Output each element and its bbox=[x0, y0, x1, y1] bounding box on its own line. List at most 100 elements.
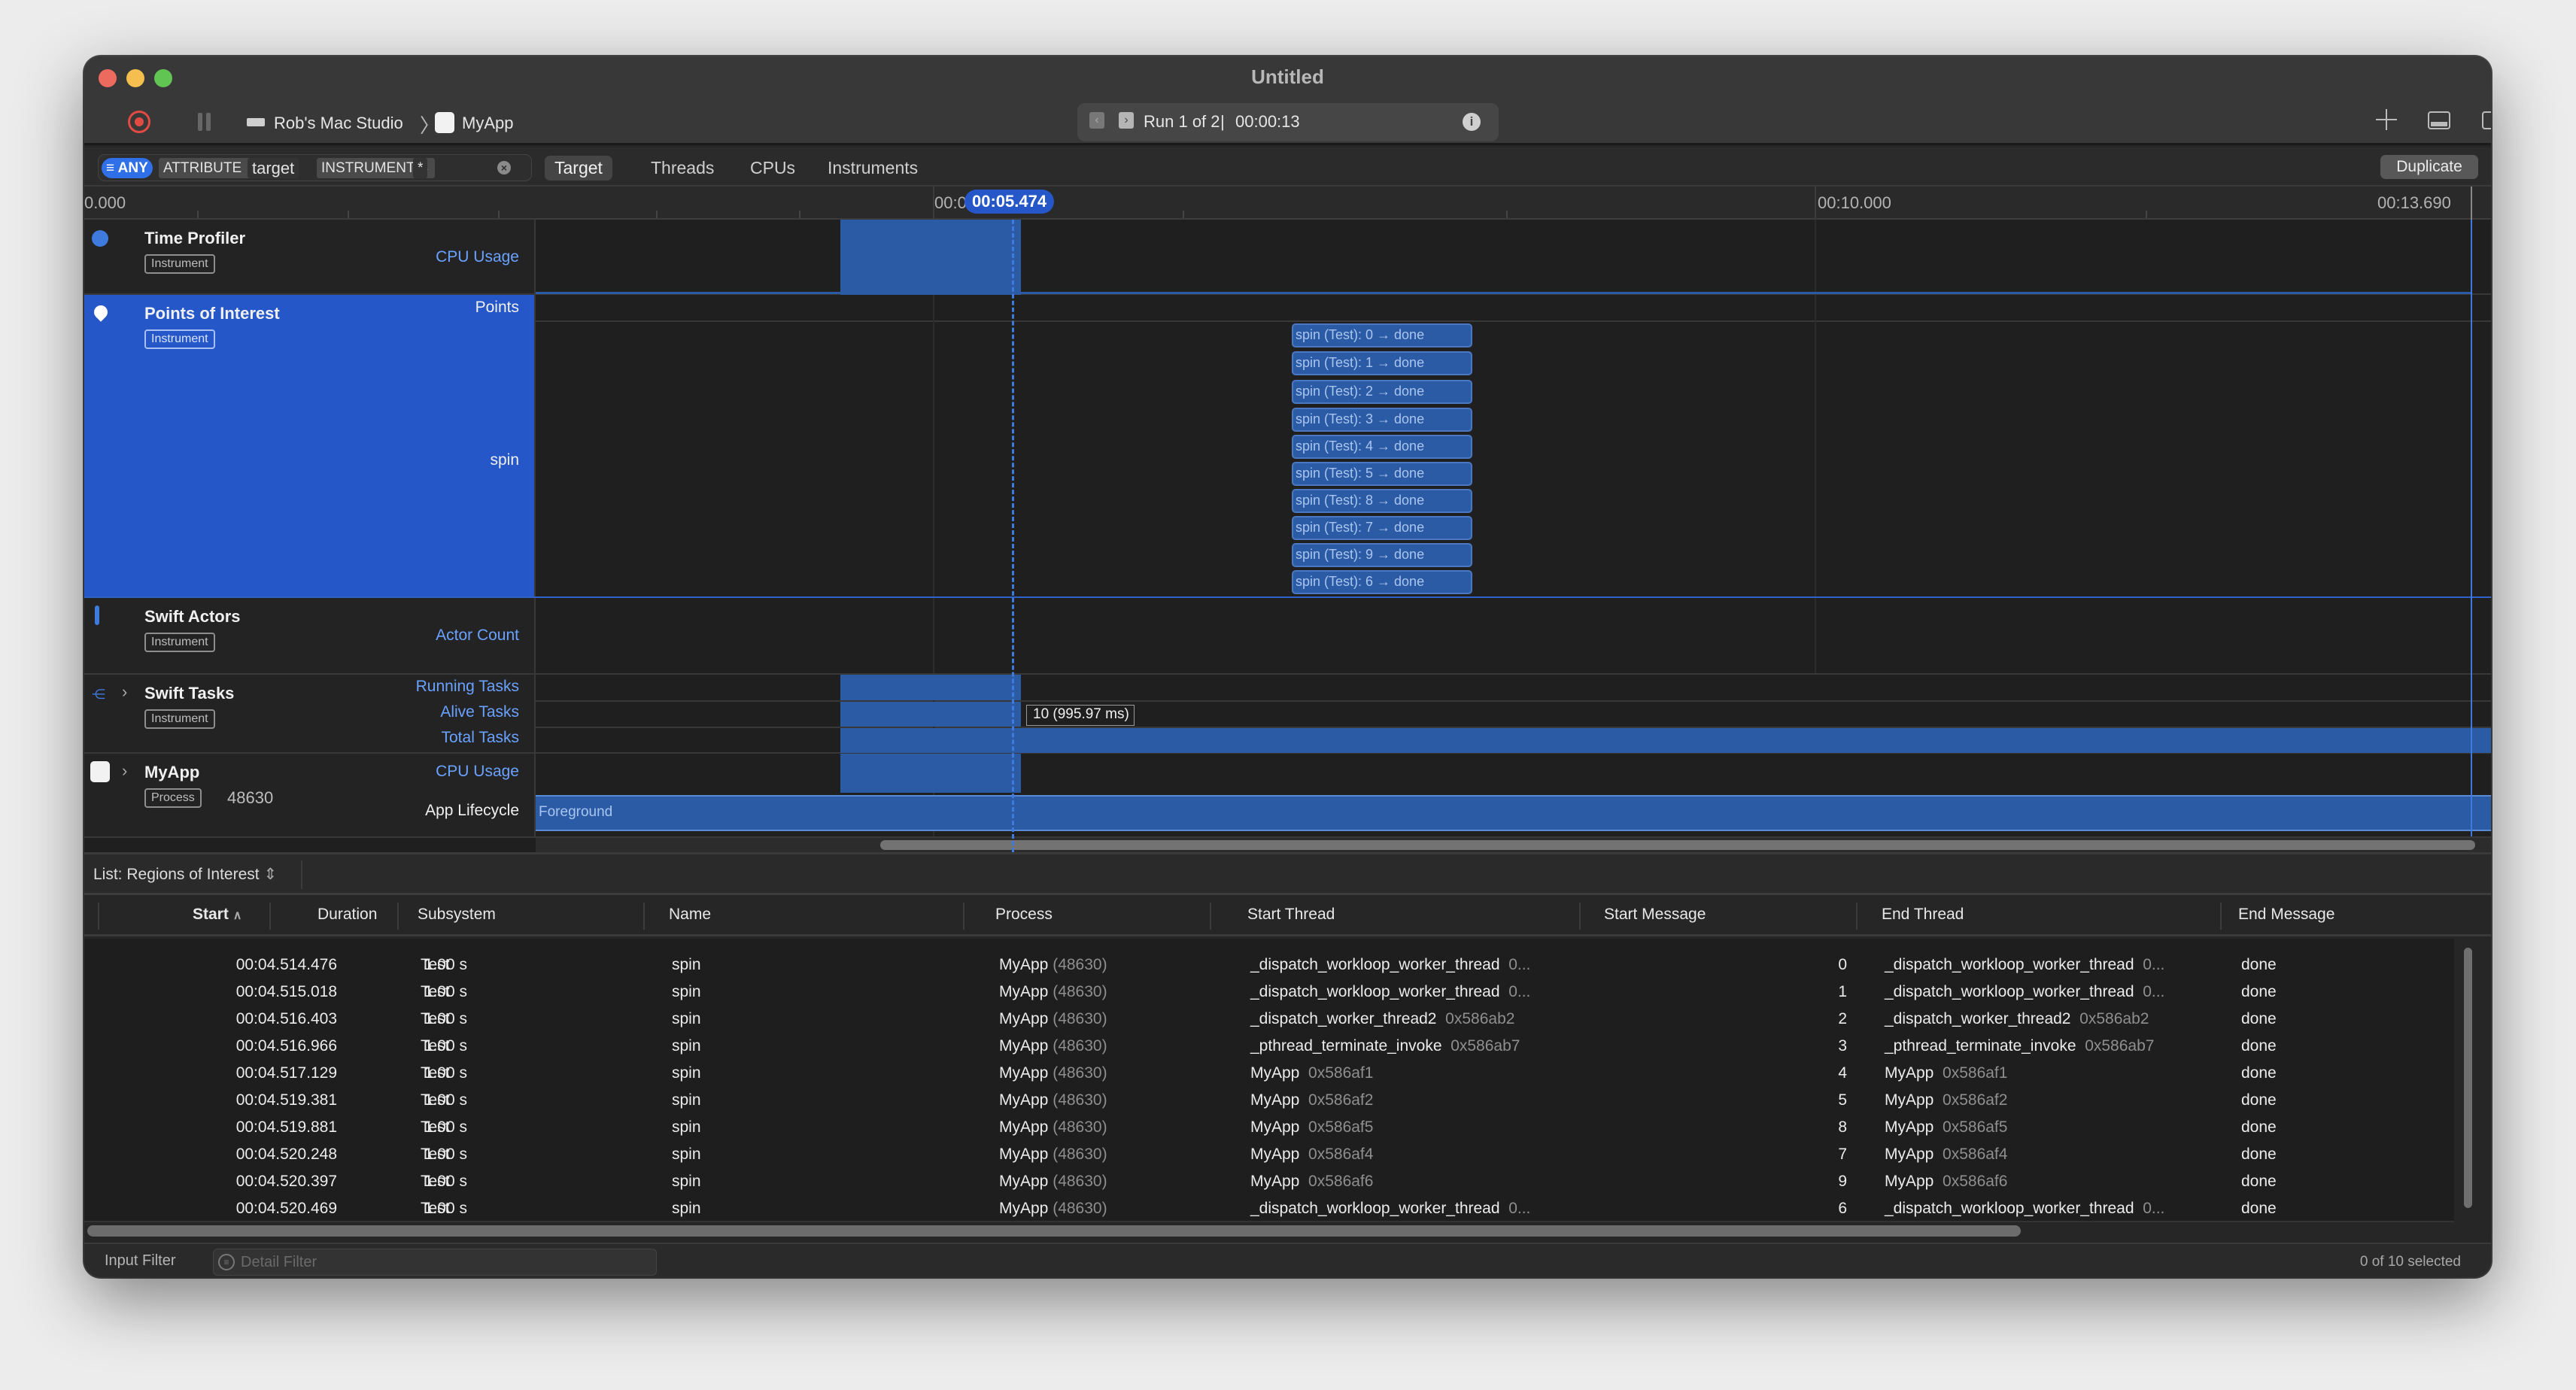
device-name[interactable]: Rob's Mac Studio bbox=[274, 114, 403, 133]
run-selector: ‹ › Run 1 of 2 | 00:00:13 i bbox=[1077, 103, 1499, 141]
detail-filter-input[interactable] bbox=[241, 1252, 647, 1273]
column-separator[interactable] bbox=[2220, 903, 2222, 930]
track-header-myapp[interactable]: › MyApp Process 48630 CPU Usage App Life… bbox=[84, 754, 536, 836]
sublabel-spin: spin bbox=[490, 451, 519, 469]
poi-timeline[interactable]: spin (Test): 0 → done spin (Test): 1 → d… bbox=[536, 295, 2491, 596]
column-header-end-message[interactable]: End Message bbox=[2238, 906, 2334, 924]
table-row[interactable]: 00:04.515.018 1.00 s Test spin MyApp (48630)… bbox=[84, 979, 2454, 1006]
alive-tasks-bar bbox=[840, 702, 1021, 727]
column-header-start-message[interactable]: Start Message bbox=[1604, 906, 1706, 924]
tab-cpus[interactable]: CPUs bbox=[740, 156, 805, 181]
poi-interval[interactable]: spin (Test): 4 → done bbox=[1292, 435, 1472, 459]
bottom-panel-button[interactable] bbox=[2428, 111, 2450, 129]
instrument-value[interactable]: * bbox=[413, 158, 428, 178]
vertical-scrollbar[interactable] bbox=[2464, 948, 2472, 1208]
pause-icon bbox=[198, 113, 202, 131]
poi-interval[interactable]: spin (Test): 1 → done bbox=[1292, 351, 1472, 375]
poi-interval[interactable]: spin (Test): 0 → done bbox=[1292, 323, 1472, 348]
cell-end-message: done bbox=[2241, 1010, 2277, 1028]
column-header-start-thread[interactable]: Start Thread bbox=[1247, 906, 1335, 924]
pause-button[interactable] bbox=[196, 113, 214, 132]
myapp-graph[interactable]: Foreground bbox=[536, 754, 2491, 836]
cell-end-thread: MyApp 0x586af2 bbox=[1885, 1091, 2007, 1109]
column-header-name[interactable]: Name bbox=[669, 906, 711, 924]
cpu-usage-graph[interactable] bbox=[536, 220, 2491, 295]
previous-run-button[interactable]: ‹ bbox=[1089, 112, 1104, 129]
cell-text: 2 bbox=[1838, 1010, 1847, 1027]
tab-threads[interactable]: Threads bbox=[641, 156, 724, 181]
cell-secondary-text: 0x586ab2 bbox=[1445, 1010, 1515, 1027]
table-horizontal-scrollbar[interactable] bbox=[87, 1225, 2021, 1237]
column-separator[interactable] bbox=[269, 903, 271, 930]
tab-instruments[interactable]: Instruments bbox=[818, 156, 928, 181]
input-filter-label[interactable]: Input Filter bbox=[105, 1252, 175, 1270]
attribute-dropdown[interactable]: ATTRIBUTE ⌄ bbox=[159, 158, 263, 178]
clear-filter-icon[interactable]: × bbox=[497, 161, 511, 175]
cell-secondary-text: (48630) bbox=[1053, 1118, 1107, 1136]
table-row[interactable]: 00:04.519.381 1.00 s Test spin MyApp (48630)… bbox=[84, 1087, 2454, 1114]
timeline-ruler[interactable]: 0.000 00:0 00:05.474 00:10.000 00:13.690 bbox=[84, 187, 2491, 220]
column-header-start[interactable]: Start ∧ bbox=[193, 906, 242, 924]
next-run-button[interactable]: › bbox=[1119, 112, 1134, 129]
track-myapp[interactable]: › MyApp Process 48630 CPU Usage App Life… bbox=[84, 754, 2491, 838]
poi-interval[interactable]: spin (Test): 8 → done bbox=[1292, 489, 1472, 513]
tab-target[interactable]: Target bbox=[545, 156, 612, 181]
attribute-value[interactable]: target bbox=[248, 158, 299, 178]
track-header-swift-actors[interactable]: Swift Actors Instrument Actor Count bbox=[84, 598, 536, 673]
end-marker[interactable] bbox=[2471, 187, 2472, 220]
poi-interval[interactable]: spin (Test): 9 → done bbox=[1292, 543, 1472, 567]
swift-tasks-graph[interactable]: 10 (995.97 ms) bbox=[536, 675, 2491, 753]
column-separator[interactable] bbox=[1210, 903, 1211, 930]
any-filter-button[interactable]: ≡ ANY bbox=[102, 158, 153, 178]
disclosure-chevron-icon[interactable]: › bbox=[122, 761, 127, 781]
cell-text: spin bbox=[672, 1037, 701, 1055]
table-row[interactable]: 00:04.516.403 1.00 s Test spin MyApp (48630)… bbox=[84, 1006, 2454, 1033]
column-header-process[interactable]: Process bbox=[995, 906, 1053, 924]
track-header-points-of-interest[interactable]: Points of Interest Instrument Points spi… bbox=[84, 295, 536, 596]
table-row[interactable]: 00:04.514.476 1.00 s Test spin MyApp (48630)… bbox=[84, 951, 2454, 979]
track-header-swift-tasks[interactable]: ⋲ › Swift Tasks Instrument Running Tasks… bbox=[84, 675, 536, 752]
table-row[interactable]: 00:04.520.248 1.00 s Test spin MyApp (48630)… bbox=[84, 1141, 2454, 1168]
detail-filter-field[interactable]: ≡ bbox=[213, 1249, 657, 1276]
poi-interval[interactable]: spin (Test): 6 → done bbox=[1292, 570, 1472, 594]
table-row[interactable]: 00:04.520.397 1.00 s Test spin MyApp (48630)… bbox=[84, 1168, 2454, 1195]
poi-interval[interactable]: spin (Test): 2 → done bbox=[1292, 380, 1472, 404]
playhead-time-label[interactable]: 00:05.474 bbox=[964, 190, 1055, 214]
disclosure-chevron-icon[interactable]: › bbox=[122, 682, 127, 702]
column-separator[interactable] bbox=[963, 903, 964, 930]
record-button[interactable] bbox=[128, 111, 150, 133]
list-selector[interactable]: List: Regions of Interest ⇕ bbox=[93, 865, 277, 884]
track-filter-field[interactable]: ≡ ANY ATTRIBUTE ⌄ target INSTRUMENT ⌄ * … bbox=[98, 154, 532, 181]
add-instrument-button[interactable] bbox=[2376, 109, 2397, 130]
track-swift-tasks[interactable]: ⋲ › Swift Tasks Instrument Running Tasks… bbox=[84, 675, 2491, 754]
poi-interval[interactable]: spin (Test): 3 → done bbox=[1292, 408, 1472, 432]
column-separator[interactable] bbox=[397, 903, 399, 930]
track-header-time-profiler[interactable]: Time Profiler Instrument CPU Usage bbox=[84, 220, 536, 293]
column-separator[interactable] bbox=[1579, 903, 1581, 930]
column-separator[interactable] bbox=[643, 903, 645, 930]
cell-text: spin bbox=[672, 1091, 701, 1109]
target-app-name[interactable]: MyApp bbox=[462, 114, 513, 133]
table-row[interactable]: 00:04.519.881 1.00 s Test spin MyApp (48630)… bbox=[84, 1114, 2454, 1141]
inspector-button[interactable] bbox=[2482, 111, 2491, 129]
track-points-of-interest[interactable]: Points of Interest Instrument Points spi… bbox=[84, 295, 2491, 598]
duplicate-button[interactable]: Duplicate bbox=[2380, 155, 2478, 179]
cell-secondary-text: (48630) bbox=[1053, 1037, 1107, 1055]
track-swift-actors[interactable]: Swift Actors Instrument Actor Count bbox=[84, 598, 2491, 675]
column-header-subsystem[interactable]: Subsystem bbox=[418, 906, 496, 924]
poi-interval[interactable]: spin (Test): 7 → done bbox=[1292, 516, 1472, 540]
cell-text: Test bbox=[421, 1118, 450, 1136]
poi-interval[interactable]: spin (Test): 5 → done bbox=[1292, 462, 1472, 486]
table-row[interactable]: 00:04.520.469 1.00 s Test spin MyApp (48630)… bbox=[84, 1195, 2454, 1222]
playhead-line[interactable] bbox=[1012, 220, 1014, 852]
track-time-profiler[interactable]: Time Profiler Instrument CPU Usage bbox=[84, 220, 2491, 295]
column-header-duration[interactable]: Duration bbox=[317, 906, 377, 924]
run-label: Run 1 of 2 bbox=[1144, 112, 1220, 131]
table-row[interactable]: 00:04.516.966 1.00 s Test spin MyApp (48630)… bbox=[84, 1033, 2454, 1060]
column-header-end-thread[interactable]: End Thread bbox=[1882, 906, 1964, 924]
actor-count-graph[interactable] bbox=[536, 598, 2491, 673]
timeline-scrollbar[interactable] bbox=[880, 840, 2475, 850]
info-icon[interactable]: i bbox=[1463, 113, 1481, 131]
column-separator[interactable] bbox=[1856, 903, 1858, 930]
table-row[interactable]: 00:04.517.129 1.00 s Test spin MyApp (48630)… bbox=[84, 1060, 2454, 1087]
